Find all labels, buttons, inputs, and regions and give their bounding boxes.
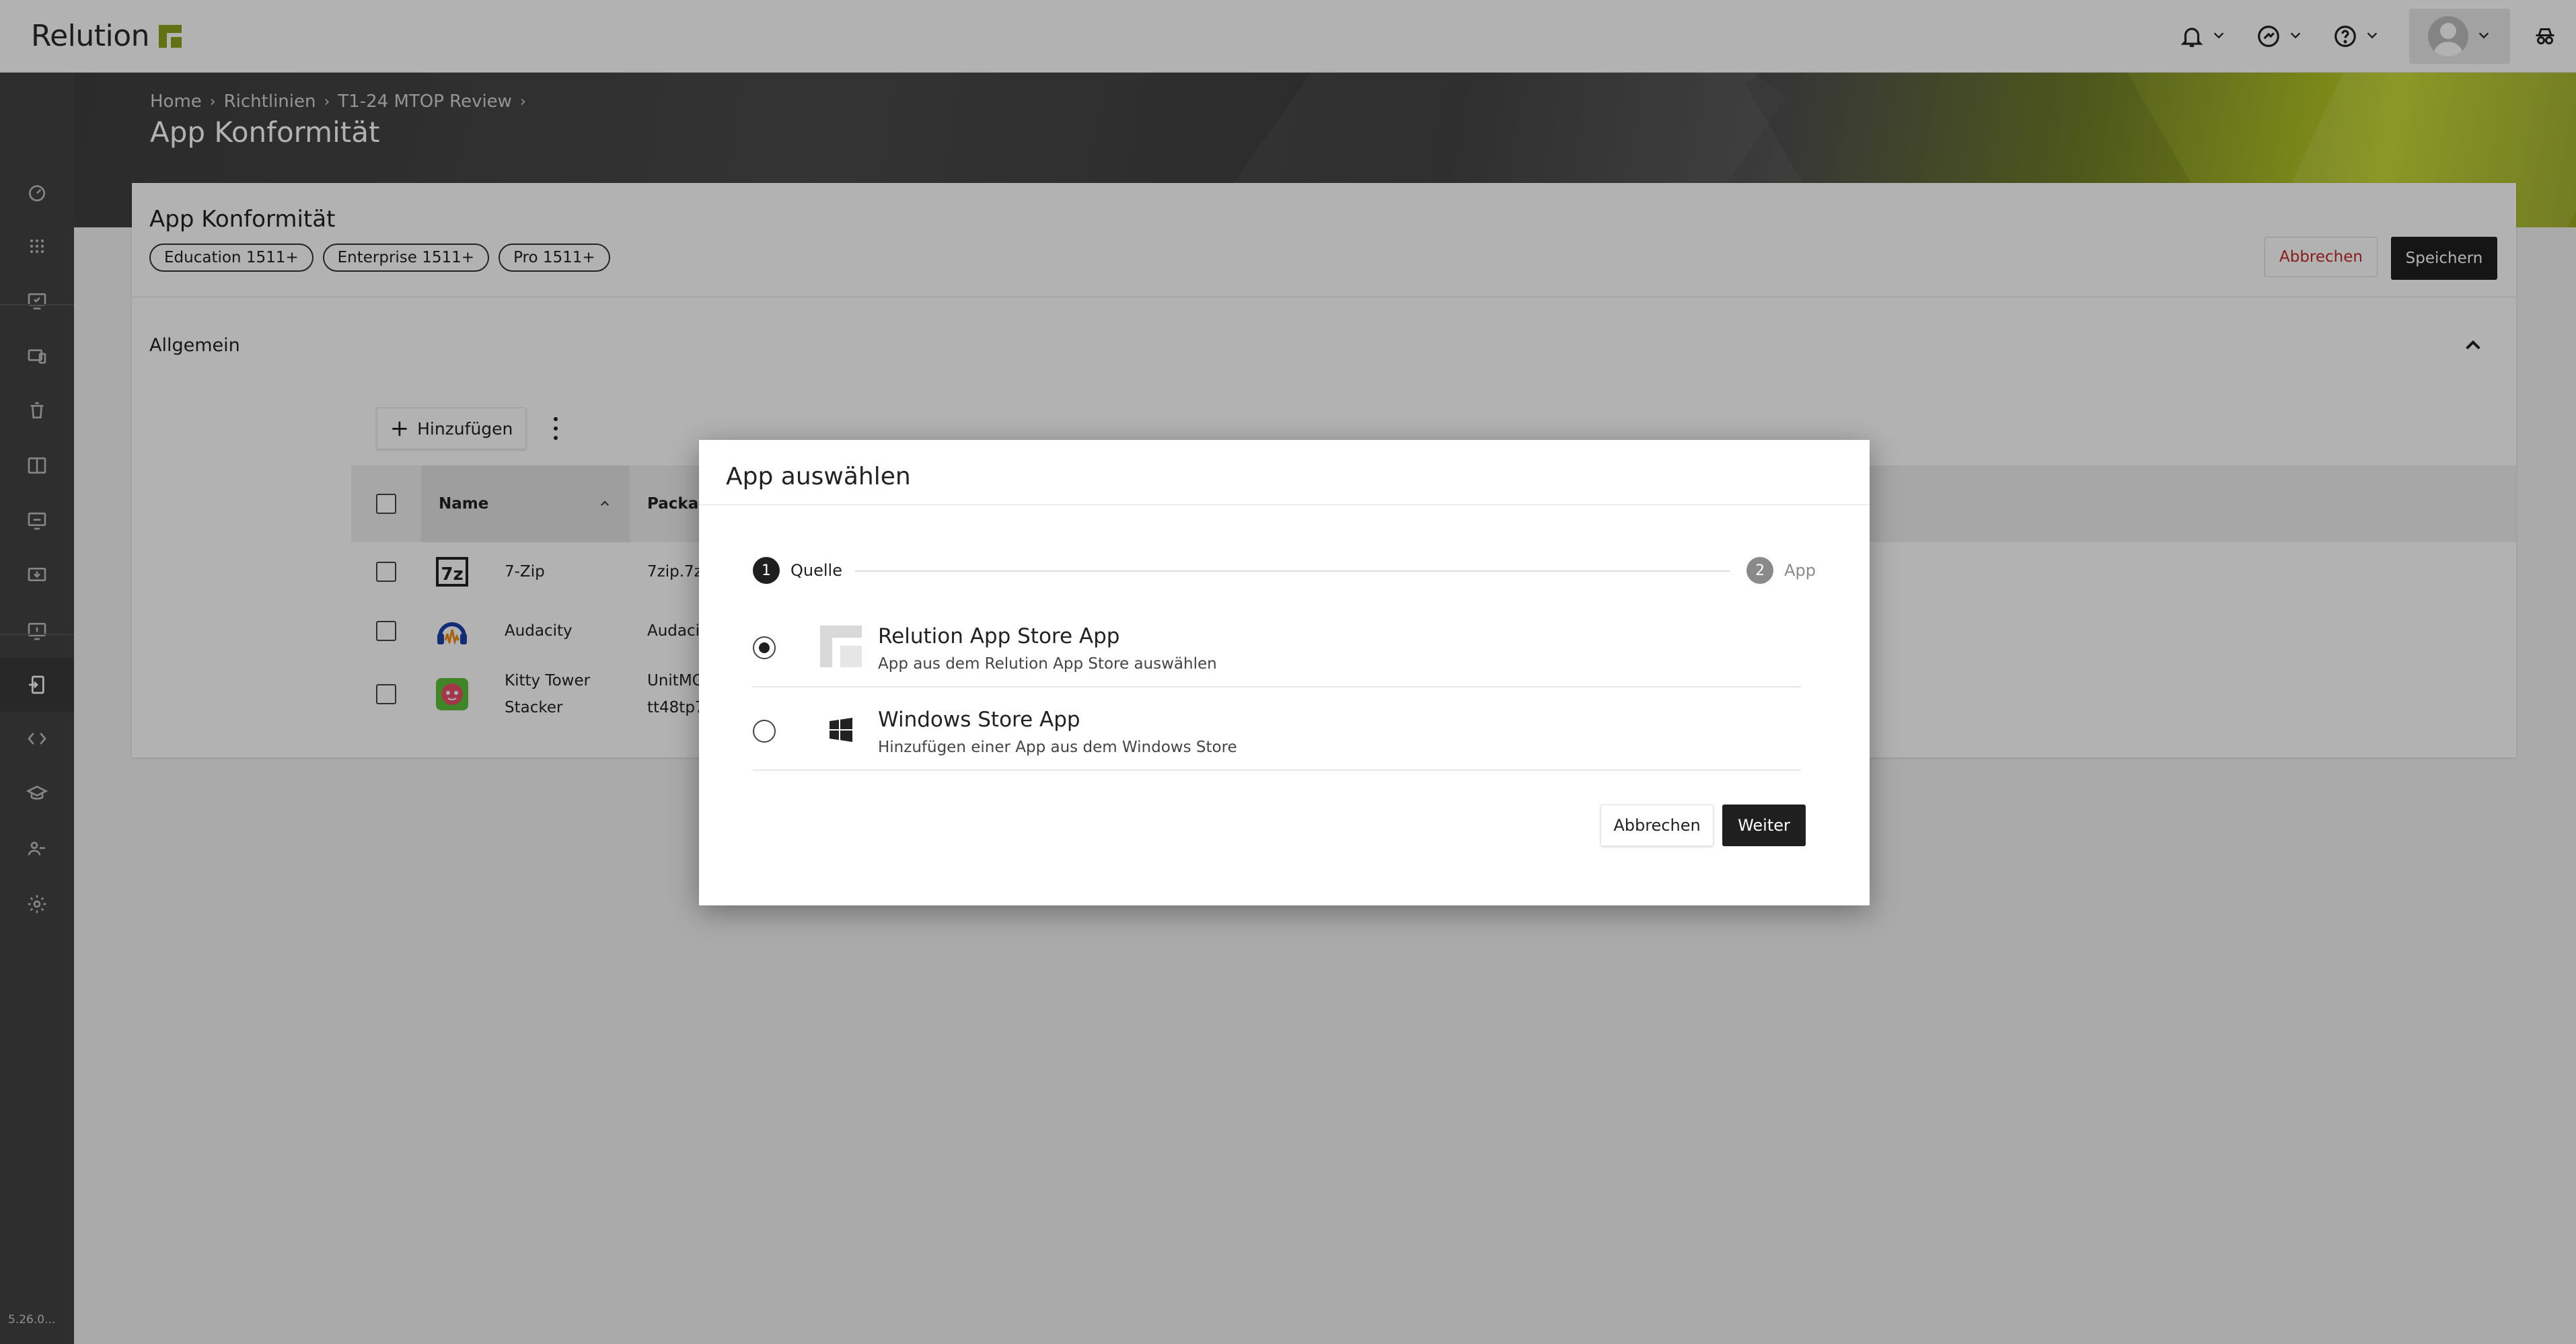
relution-logo-icon: [820, 626, 862, 667]
option-title: Relution App Store App: [878, 624, 1120, 648]
option-subtitle: Hinzufügen einer App aus dem Windows Sto…: [878, 739, 1237, 756]
option-windows-store[interactable]: Windows Store App Hinzufügen einer App a…: [753, 687, 1801, 771]
step-number: 2: [1746, 557, 1774, 584]
select-app-dialog: App auswählen 1 Quelle 2 App Relution Ap…: [699, 440, 1870, 905]
step-number: 1: [753, 557, 780, 584]
step-app: 2 App: [1746, 557, 1816, 584]
dialog-title: App auswählen: [726, 463, 911, 490]
option-subtitle: App aus dem Relution App Store auswählen: [878, 655, 1217, 673]
windows-logo-icon: [830, 718, 852, 742]
step-label: Quelle: [790, 561, 842, 580]
step-source: 1 Quelle: [753, 557, 842, 584]
option-relution-app-store[interactable]: Relution App Store App App aus dem Relut…: [753, 604, 1801, 687]
option-title: Windows Store App: [878, 708, 1080, 732]
stepper: 1 Quelle 2 App: [753, 557, 1816, 587]
dialog-cancel-button[interactable]: Abbrechen: [1600, 805, 1714, 846]
step-label: App: [1784, 561, 1816, 580]
radio-windows-store[interactable]: [753, 720, 776, 743]
radio-relution-app-store[interactable]: [753, 636, 776, 659]
dialog-next-button[interactable]: Weiter: [1722, 805, 1806, 846]
